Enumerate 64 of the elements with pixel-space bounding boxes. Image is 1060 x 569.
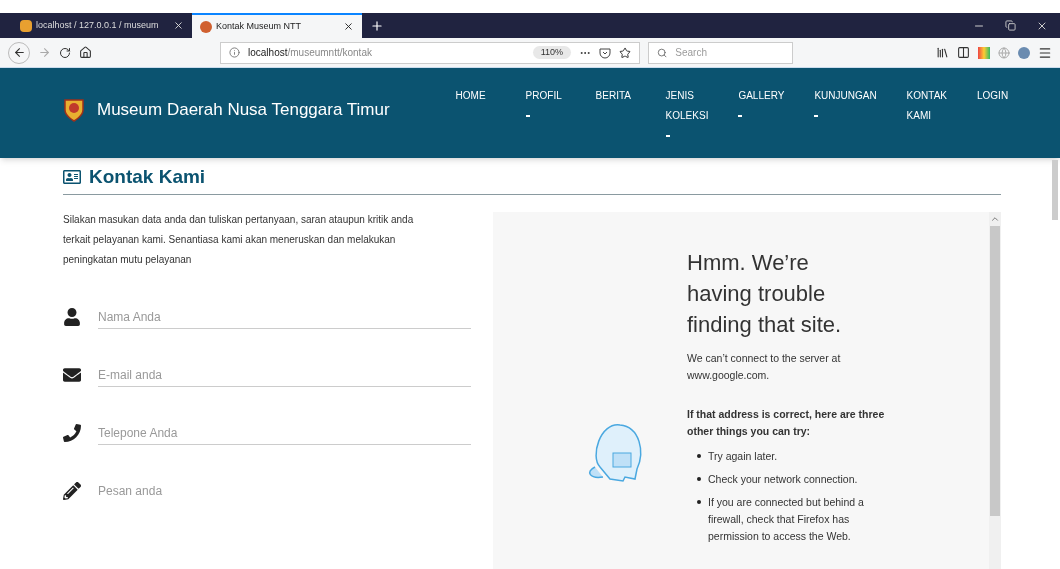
- dropdown-indicator-icon: [814, 115, 819, 117]
- dropdown-indicator-icon: [738, 115, 743, 117]
- bullet-icon: [697, 477, 701, 481]
- menu-icon[interactable]: [1038, 45, 1052, 60]
- url-host: localhost: [248, 46, 288, 60]
- suggestion-item: Check your network connection.: [708, 472, 858, 487]
- browser-tab[interactable]: localhost / 127.0.0.1 / museum: [12, 13, 192, 38]
- new-tab-icon[interactable]: [370, 18, 384, 33]
- nav-link[interactable]: LOGIN: [977, 86, 1017, 158]
- suggestion-heading: If that address is correct, here are three other things you can try:: [687, 407, 886, 439]
- nav-link[interactable]: KONTAK KAMI: [906, 86, 947, 158]
- nav-link[interactable]: JENIS KOLEKSI: [665, 86, 709, 158]
- emblem-logo-icon: [63, 98, 85, 122]
- pocket-icon[interactable]: [599, 46, 611, 59]
- account-icon[interactable]: [1018, 46, 1030, 59]
- url-path: /museumntt/kontak: [287, 46, 372, 60]
- nav-link[interactable]: KUNJUNGAN: [814, 86, 877, 158]
- suggestion-item: If you are connected but behind a firewall, check that Firefox has permission to access the Web.: [708, 495, 865, 544]
- input-field[interactable]: Telepone Anda: [98, 421, 471, 445]
- search-bar[interactable]: Search: [648, 41, 793, 64]
- message-field[interactable]: Pesan anda: [98, 479, 471, 503]
- pencil-icon: [63, 482, 81, 500]
- intro-text: Silakan masukan data anda dan tuliskan pertanyaan, saran ataupun kritik anda terkait pelayanan kami. Senantiasa kami akan meneruskan dan melakukan peningkatan mutu pelayanan: [63, 213, 415, 267]
- reload-icon[interactable]: [59, 46, 71, 59]
- input-field[interactable]: E-mail anda: [98, 363, 471, 387]
- back-arrow-icon: [12, 46, 26, 59]
- dropdown-indicator-icon: [665, 135, 670, 137]
- restore-icon[interactable]: [1005, 20, 1016, 31]
- close-icon[interactable]: [173, 20, 184, 31]
- phone-icon: [63, 424, 81, 442]
- bookmark-star-icon[interactable]: [619, 46, 631, 59]
- sidebar-icon[interactable]: [957, 46, 970, 59]
- nav-link[interactable]: HOME: [455, 86, 496, 158]
- nav-link[interactable]: BERITA: [595, 86, 636, 158]
- browser-tab[interactable]: Kontak Museum NTT: [192, 13, 362, 38]
- info-icon[interactable]: [229, 47, 240, 58]
- tab-favicon-icon: [200, 20, 212, 33]
- input-field[interactable]: Nama Anda: [98, 305, 471, 329]
- home-icon[interactable]: [79, 46, 92, 59]
- tab-title: localhost / 127.0.0.1 / museum: [36, 18, 160, 32]
- address-bar[interactable]: localhost/museumntt/kontak 110%: [220, 41, 640, 64]
- extension-icon[interactable]: [978, 46, 990, 59]
- scrollbar[interactable]: [989, 212, 1001, 569]
- close-icon[interactable]: [343, 21, 354, 32]
- person-icon: [63, 308, 81, 326]
- contact-card-icon: [63, 168, 81, 186]
- suggestion-item: Try again later.: [708, 449, 778, 464]
- zoom-level[interactable]: 110%: [532, 45, 571, 60]
- tab-favicon-icon: [20, 19, 32, 32]
- error-title: Hmm. We’re having trouble finding that site.: [687, 249, 843, 339]
- page-scrollbar[interactable]: [1052, 160, 1058, 220]
- dropdown-indicator-icon: [525, 115, 530, 117]
- library-icon[interactable]: [936, 46, 949, 59]
- page-heading: Kontak Kami: [89, 164, 206, 189]
- nav-link[interactable]: PROFIL: [525, 86, 566, 158]
- site-title: Museum Daerah Nusa Tenggara Timur: [97, 99, 390, 122]
- nav-link[interactable]: GALLERY: [738, 86, 785, 158]
- bullet-icon: [697, 500, 701, 504]
- error-message: We can’t connect to the server at www.google.com.: [687, 351, 842, 383]
- search-field[interactable]: Search: [675, 45, 784, 60]
- search-icon: [657, 46, 668, 59]
- tab-title: Kontak Museum NTT: [216, 19, 303, 33]
- email-icon: [63, 366, 81, 384]
- bullet-icon: [697, 454, 701, 458]
